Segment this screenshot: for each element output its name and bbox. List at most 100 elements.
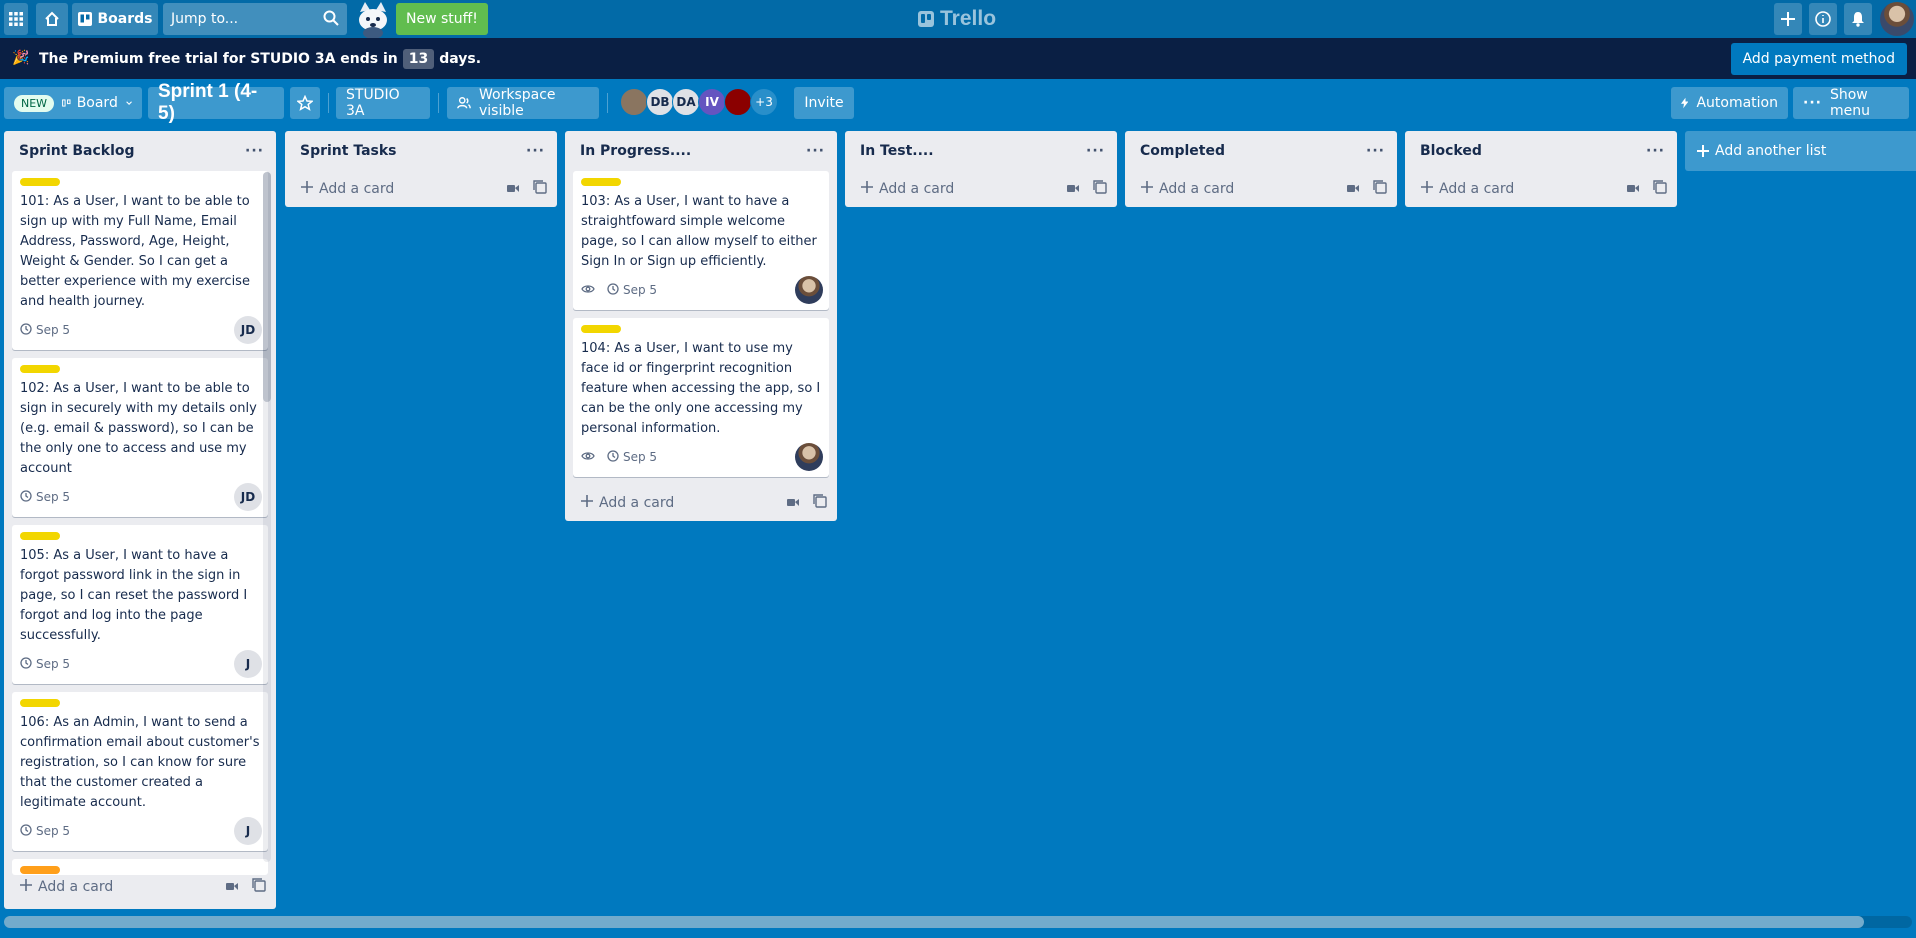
card-member-avatar[interactable]: JD bbox=[234, 483, 262, 511]
horizontal-scrollbar[interactable] bbox=[4, 916, 1912, 928]
member-avatar[interactable] bbox=[724, 88, 752, 116]
workspace-button[interactable]: STUDIO 3A bbox=[336, 87, 430, 119]
add-card-label: Add a card bbox=[1439, 181, 1515, 197]
list-menu-icon[interactable]: ··· bbox=[245, 143, 264, 159]
card[interactable]: 105: As a User, I want to have a forgot … bbox=[12, 525, 268, 684]
list-menu-icon[interactable]: ··· bbox=[806, 143, 825, 159]
board-title[interactable]: Sprint 1 (4-5) bbox=[148, 81, 284, 124]
card-member-avatar[interactable]: J bbox=[234, 650, 262, 678]
trial-days-count: 13 bbox=[402, 49, 435, 69]
card[interactable]: 106: As an Admin, I want to send a confi… bbox=[12, 692, 268, 851]
trello-logo[interactable]: Trello bbox=[918, 5, 996, 33]
due-date-badge[interactable]: Sep 5 bbox=[20, 322, 70, 338]
template-icon[interactable] bbox=[1373, 180, 1387, 198]
list-header[interactable]: Blocked ··· bbox=[1405, 131, 1677, 171]
add-card-button[interactable]: Add a card bbox=[1125, 171, 1397, 207]
list-title[interactable]: In Test.... bbox=[860, 143, 934, 159]
member-avatar[interactable]: IV bbox=[698, 88, 726, 116]
list-title[interactable]: Completed bbox=[1140, 143, 1225, 159]
card-member-avatar[interactable]: JD bbox=[234, 316, 262, 344]
card-member-avatar[interactable] bbox=[795, 276, 823, 304]
bell-icon bbox=[1852, 12, 1864, 27]
card-label[interactable] bbox=[20, 365, 60, 373]
add-another-list-button[interactable]: Add another list bbox=[1685, 131, 1916, 171]
add-payment-method-button[interactable]: Add payment method bbox=[1730, 43, 1907, 75]
more-members-count[interactable]: +3 bbox=[750, 88, 778, 116]
video-icon[interactable] bbox=[787, 495, 799, 511]
video-icon[interactable] bbox=[226, 879, 238, 895]
new-stuff-button[interactable]: New stuff! bbox=[396, 3, 488, 35]
card[interactable]: 102: As a User, I want to be able to sig… bbox=[12, 358, 268, 517]
list-menu-icon[interactable]: ··· bbox=[1366, 143, 1385, 159]
list-header[interactable]: In Progress.... ··· bbox=[565, 131, 837, 171]
member-avatar[interactable]: DB bbox=[646, 88, 674, 116]
video-icon[interactable] bbox=[507, 181, 519, 197]
trello-logo-text: Trello bbox=[940, 7, 997, 30]
apps-grid-icon[interactable] bbox=[4, 3, 28, 35]
video-icon[interactable] bbox=[1627, 181, 1639, 197]
list-menu-icon[interactable]: ··· bbox=[526, 143, 545, 159]
template-icon[interactable] bbox=[533, 180, 547, 198]
due-date-badge[interactable]: Sep 5 bbox=[20, 656, 70, 672]
star-board-button[interactable] bbox=[290, 87, 320, 119]
list-scrollbar[interactable] bbox=[263, 172, 271, 862]
search-input[interactable]: Jump to... bbox=[163, 3, 347, 35]
card[interactable]: 104: As a User, I want to use my face id… bbox=[573, 318, 829, 477]
add-card-button[interactable]: Add a card bbox=[845, 171, 1117, 207]
member-avatar[interactable]: DA bbox=[672, 88, 700, 116]
user-avatar[interactable] bbox=[1880, 2, 1914, 36]
invite-button[interactable]: Invite bbox=[794, 87, 854, 119]
list-title[interactable]: Blocked bbox=[1420, 143, 1482, 159]
list-header[interactable]: In Test.... ··· bbox=[845, 131, 1117, 171]
card-member-avatar[interactable] bbox=[795, 443, 823, 471]
board-view-switcher[interactable]: NEW Board bbox=[4, 87, 142, 119]
due-date-badge[interactable]: Sep 5 bbox=[20, 823, 70, 839]
board-view-label: Board bbox=[76, 95, 118, 111]
list-title[interactable]: Sprint Tasks bbox=[300, 143, 397, 159]
due-date-badge[interactable]: Sep 5 bbox=[607, 449, 657, 465]
card-member-avatar[interactable]: J bbox=[234, 817, 262, 845]
card-label[interactable] bbox=[581, 325, 621, 333]
people-icon bbox=[457, 97, 471, 109]
automation-button[interactable]: Automation bbox=[1671, 87, 1788, 119]
create-button[interactable] bbox=[1774, 3, 1802, 35]
card-label[interactable] bbox=[20, 699, 60, 707]
list-title[interactable]: In Progress.... bbox=[580, 143, 691, 159]
notifications-button[interactable] bbox=[1844, 3, 1872, 35]
card-title: 101: As a User, I want to be able to sig… bbox=[20, 194, 250, 309]
card[interactable]: 103: As a User, I want to have a straigh… bbox=[573, 171, 829, 310]
header-divider bbox=[328, 93, 329, 113]
video-icon[interactable] bbox=[1347, 181, 1359, 197]
card-label[interactable] bbox=[20, 532, 60, 540]
add-card-button[interactable]: Add a card bbox=[4, 869, 276, 905]
member-avatar[interactable] bbox=[620, 88, 648, 116]
due-date-badge[interactable]: Sep 5 bbox=[607, 282, 657, 298]
template-icon[interactable] bbox=[1093, 180, 1107, 198]
list-header[interactable]: Sprint Tasks ··· bbox=[285, 131, 557, 171]
list-menu-icon[interactable]: ··· bbox=[1646, 143, 1665, 159]
home-button[interactable] bbox=[36, 3, 68, 35]
visibility-button[interactable]: Workspace visible bbox=[447, 87, 599, 119]
list-scrollbar-thumb[interactable] bbox=[263, 172, 271, 402]
due-date-badge[interactable]: Sep 5 bbox=[20, 489, 70, 505]
list-header[interactable]: Sprint Backlog ··· bbox=[4, 131, 276, 171]
list-header[interactable]: Completed ··· bbox=[1125, 131, 1397, 171]
boards-button[interactable]: Boards bbox=[72, 3, 158, 35]
list-title[interactable]: Sprint Backlog bbox=[19, 143, 135, 159]
template-icon[interactable] bbox=[252, 878, 266, 896]
plus-icon bbox=[861, 181, 873, 197]
card-label[interactable] bbox=[581, 178, 621, 186]
add-card-button[interactable]: Add a card bbox=[285, 171, 557, 207]
taco-mascot-icon[interactable] bbox=[352, 0, 394, 39]
template-icon[interactable] bbox=[813, 494, 827, 512]
horizontal-scrollbar-thumb[interactable] bbox=[4, 916, 1864, 928]
show-menu-button[interactable]: ··· Show menu bbox=[1793, 87, 1909, 119]
info-button[interactable] bbox=[1809, 3, 1837, 35]
template-icon[interactable] bbox=[1653, 180, 1667, 198]
card-label[interactable] bbox=[20, 178, 60, 186]
video-icon[interactable] bbox=[1067, 181, 1079, 197]
add-card-button[interactable]: Add a card bbox=[1405, 171, 1677, 207]
add-card-button[interactable]: Add a card bbox=[565, 485, 837, 521]
card[interactable]: 101: As a User, I want to be able to sig… bbox=[12, 171, 268, 350]
list-menu-icon[interactable]: ··· bbox=[1086, 143, 1105, 159]
